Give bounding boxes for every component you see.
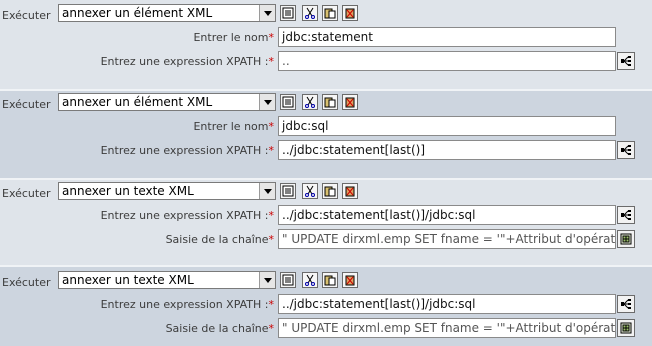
properties-icon[interactable] <box>280 5 296 21</box>
xpath-field-value: ../jdbc:statement[last()] <box>282 143 426 157</box>
properties-icon[interactable] <box>280 272 296 288</box>
field-label: Entrez une expression XPATH :* <box>100 144 275 157</box>
cut-icon[interactable] <box>302 94 318 110</box>
required-marker: * <box>268 31 275 44</box>
required-marker: * <box>268 322 275 335</box>
action-select-value: annexer un texte XML <box>62 273 194 287</box>
xpath-field-value: ../jdbc:statement[last()]/jdbc:sql <box>282 208 476 222</box>
field-label: Saisie de la chaîne* <box>165 322 275 335</box>
string-field-value: " UPDATE dirxml.emp SET fname = '"+Attri… <box>282 232 616 246</box>
chevron-down-icon[interactable] <box>259 183 275 199</box>
execute-label: Exécuter <box>2 9 51 22</box>
xpath-builder-icon[interactable] <box>617 52 635 70</box>
xpath-field[interactable]: ../jdbc:statement[last()]/jdbc:sql <box>278 294 616 314</box>
field-label: Entrez une expression XPATH :* <box>100 55 275 68</box>
paste-icon[interactable] <box>322 272 338 288</box>
action-select-value: annexer un texte XML <box>62 184 194 198</box>
name-field[interactable]: jdbc:sql <box>278 116 616 136</box>
required-marker: * <box>268 144 275 157</box>
paste-icon[interactable] <box>322 94 338 110</box>
action-select[interactable]: annexer un élément XML <box>58 93 276 111</box>
action-list: Exécuter annexer un élément XML Entrer l… <box>0 0 652 346</box>
paste-icon[interactable] <box>322 5 338 21</box>
string-builder-icon[interactable] <box>617 319 635 337</box>
field-label: Entrez une expression XPATH :* <box>100 209 275 222</box>
cut-icon[interactable] <box>302 183 318 199</box>
field-label: Entrer le nom* <box>193 120 274 133</box>
name-field[interactable]: jdbc:statement <box>278 27 616 47</box>
action-select-value: annexer un élément XML <box>62 95 213 109</box>
execute-label: Exécuter <box>2 98 51 111</box>
required-marker: * <box>268 120 275 133</box>
xpath-field[interactable]: ../jdbc:statement[last()] <box>278 140 616 160</box>
xpath-builder-icon[interactable] <box>617 141 635 159</box>
xpath-field-value: ../jdbc:statement[last()]/jdbc:sql <box>282 297 476 311</box>
delete-icon[interactable] <box>342 272 358 288</box>
required-marker: * <box>268 233 275 246</box>
xpath-field[interactable]: .. <box>278 51 616 71</box>
action-select[interactable]: annexer un texte XML <box>58 271 276 289</box>
string-field[interactable]: " UPDATE dirxml.emp SET fname = '"+Attri… <box>278 318 616 338</box>
delete-icon[interactable] <box>342 94 358 110</box>
cut-icon[interactable] <box>302 5 318 21</box>
required-marker: * <box>268 209 275 222</box>
xpath-builder-icon[interactable] <box>617 295 635 313</box>
field-label: Entrez une expression XPATH :* <box>100 298 275 311</box>
properties-icon[interactable] <box>280 94 296 110</box>
field-label: Saisie de la chaîne* <box>165 233 275 246</box>
execute-label: Exécuter <box>2 276 51 289</box>
chevron-down-icon[interactable] <box>259 5 275 21</box>
string-builder-icon[interactable] <box>617 230 635 248</box>
xpath-builder-icon[interactable] <box>617 206 635 224</box>
chevron-down-icon[interactable] <box>259 272 275 288</box>
required-marker: * <box>268 298 275 311</box>
action-select-value: annexer un élément XML <box>62 6 213 20</box>
delete-icon[interactable] <box>342 5 358 21</box>
cut-icon[interactable] <box>302 272 318 288</box>
action-select[interactable]: annexer un élément XML <box>58 4 276 22</box>
name-field-value: jdbc:sql <box>282 119 329 133</box>
name-field-value: jdbc:statement <box>282 30 373 44</box>
paste-icon[interactable] <box>322 183 338 199</box>
string-field-value: " UPDATE dirxml.emp SET fname = '"+Attri… <box>282 321 616 335</box>
execute-label: Exécuter <box>2 187 51 200</box>
string-field[interactable]: " UPDATE dirxml.emp SET fname = '"+Attri… <box>278 229 616 249</box>
required-marker: * <box>268 55 275 68</box>
delete-icon[interactable] <box>342 183 358 199</box>
field-label: Entrer le nom* <box>193 31 274 44</box>
xpath-field[interactable]: ../jdbc:statement[last()]/jdbc:sql <box>278 205 616 225</box>
properties-icon[interactable] <box>280 183 296 199</box>
action-select[interactable]: annexer un texte XML <box>58 182 276 200</box>
chevron-down-icon[interactable] <box>259 94 275 110</box>
xpath-field-value: .. <box>282 54 290 68</box>
